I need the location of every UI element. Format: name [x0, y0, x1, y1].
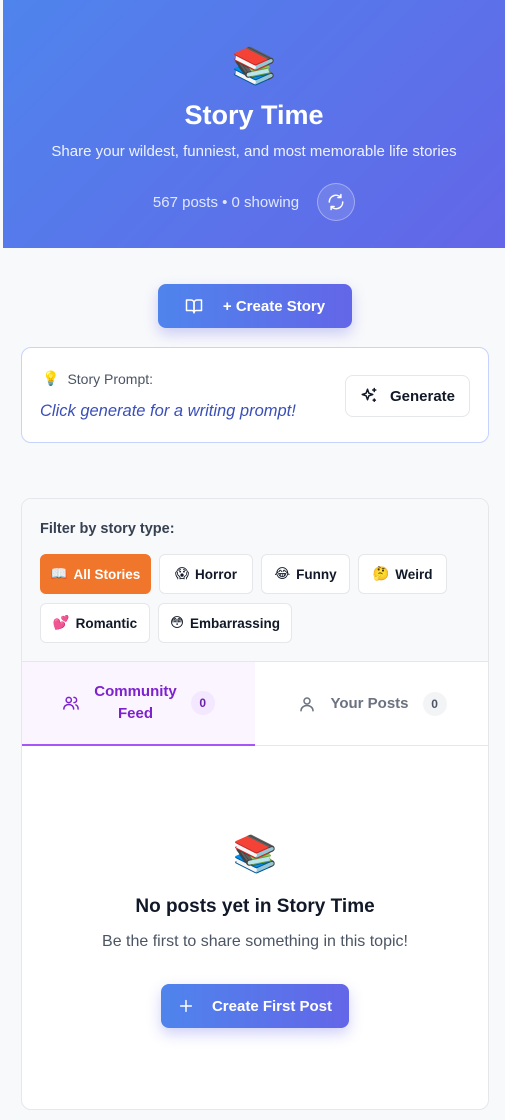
filter-chip-all-stories[interactable]: 📖 All Stories: [40, 554, 151, 594]
plus-icon: [178, 998, 194, 1014]
prompt-label: Story Prompt:: [67, 370, 154, 387]
lightbulb-icon: 💡: [42, 370, 60, 386]
filter-chip-funny[interactable]: 😂 Funny: [261, 554, 350, 594]
open-book-emoji-icon: 📖: [50, 566, 68, 581]
filter-chip-label: Romantic: [75, 615, 138, 631]
tab-count-badge: 0: [190, 691, 215, 715]
story-prompt-card: 💡 Story Prompt: Click generate for a wri…: [21, 347, 489, 443]
books-emoji-icon: 📚: [232, 833, 278, 874]
page-subtitle: Share your wildest, funniest, and most m…: [51, 143, 457, 160]
feed-panel: Filter by story type: 📖 All Stories 😱 Ho…: [21, 498, 489, 1110]
post-count: 567 posts • 0 showing: [152, 193, 300, 211]
scream-emoji-icon: 😱: [174, 566, 190, 581]
books-emoji-icon: 📚: [231, 45, 277, 86]
filter-chip-embarrassing[interactable]: 😳 Embarrassing: [158, 603, 292, 643]
tab-label-line2: Feed: [117, 705, 153, 722]
prompt-text: Click generate for a writing prompt!: [40, 402, 296, 420]
filter-chip-label: All Stories: [73, 566, 141, 582]
create-first-post-button[interactable]: Create First Post: [161, 984, 349, 1028]
filter-chip-label: Embarrassing: [190, 615, 281, 631]
tab-your-posts[interactable]: Your Posts 0: [255, 662, 488, 746]
book-open-icon: [185, 297, 203, 315]
empty-state-title: No posts yet in Story Time: [135, 896, 375, 917]
refresh-button[interactable]: [317, 183, 356, 221]
filter-title: Filter by story type:: [40, 521, 175, 537]
filter-chip-label: Weird: [395, 566, 433, 582]
user-icon: [298, 695, 316, 713]
page-title: Story Time: [184, 100, 324, 130]
refresh-icon: [327, 193, 345, 211]
filter-chip-horror[interactable]: 😱 Horror: [159, 554, 253, 594]
filter-chip-weird[interactable]: 🤔 Weird: [358, 554, 447, 594]
users-icon: [62, 694, 80, 712]
sparkles-icon: [360, 387, 378, 405]
thinking-emoji-icon: 🤔: [372, 566, 390, 581]
prompt-label-row: 💡 Story Prompt:: [42, 370, 153, 387]
tab-your-posts-label: Your Posts: [330, 695, 409, 712]
flushed-emoji-icon: 😳: [169, 615, 185, 630]
tab-label-line1: Community: [94, 683, 177, 700]
create-first-post-label: Create First Post: [211, 997, 333, 1015]
tab-community-feed[interactable]: Community Feed 0: [22, 662, 255, 746]
hero-header: 📚 Story Time Share your wildest, funnies…: [3, 0, 505, 248]
filter-chip-label: Horror: [195, 566, 238, 582]
tab-count-badge: 0: [422, 691, 447, 716]
hearts-emoji-icon: 💕: [52, 615, 70, 630]
filter-chip-label: Funny: [296, 566, 337, 582]
create-story-button[interactable]: + Create Story: [158, 284, 352, 328]
tab-community-feed-label: Community Feed: [94, 681, 177, 725]
filter-section: Filter by story type: 📖 All Stories 😱 Ho…: [22, 499, 488, 662]
empty-state-subtitle: Be the first to share something in this …: [102, 933, 408, 950]
create-story-label: + Create Story: [222, 297, 326, 315]
generate-label: Generate: [389, 387, 456, 405]
laughing-emoji-icon: 😂: [274, 566, 291, 581]
generate-button[interactable]: Generate: [345, 375, 470, 417]
hero-meta: 567 posts • 0 showing: [3, 182, 505, 222]
filter-chip-romantic[interactable]: 💕 Romantic: [40, 603, 150, 643]
